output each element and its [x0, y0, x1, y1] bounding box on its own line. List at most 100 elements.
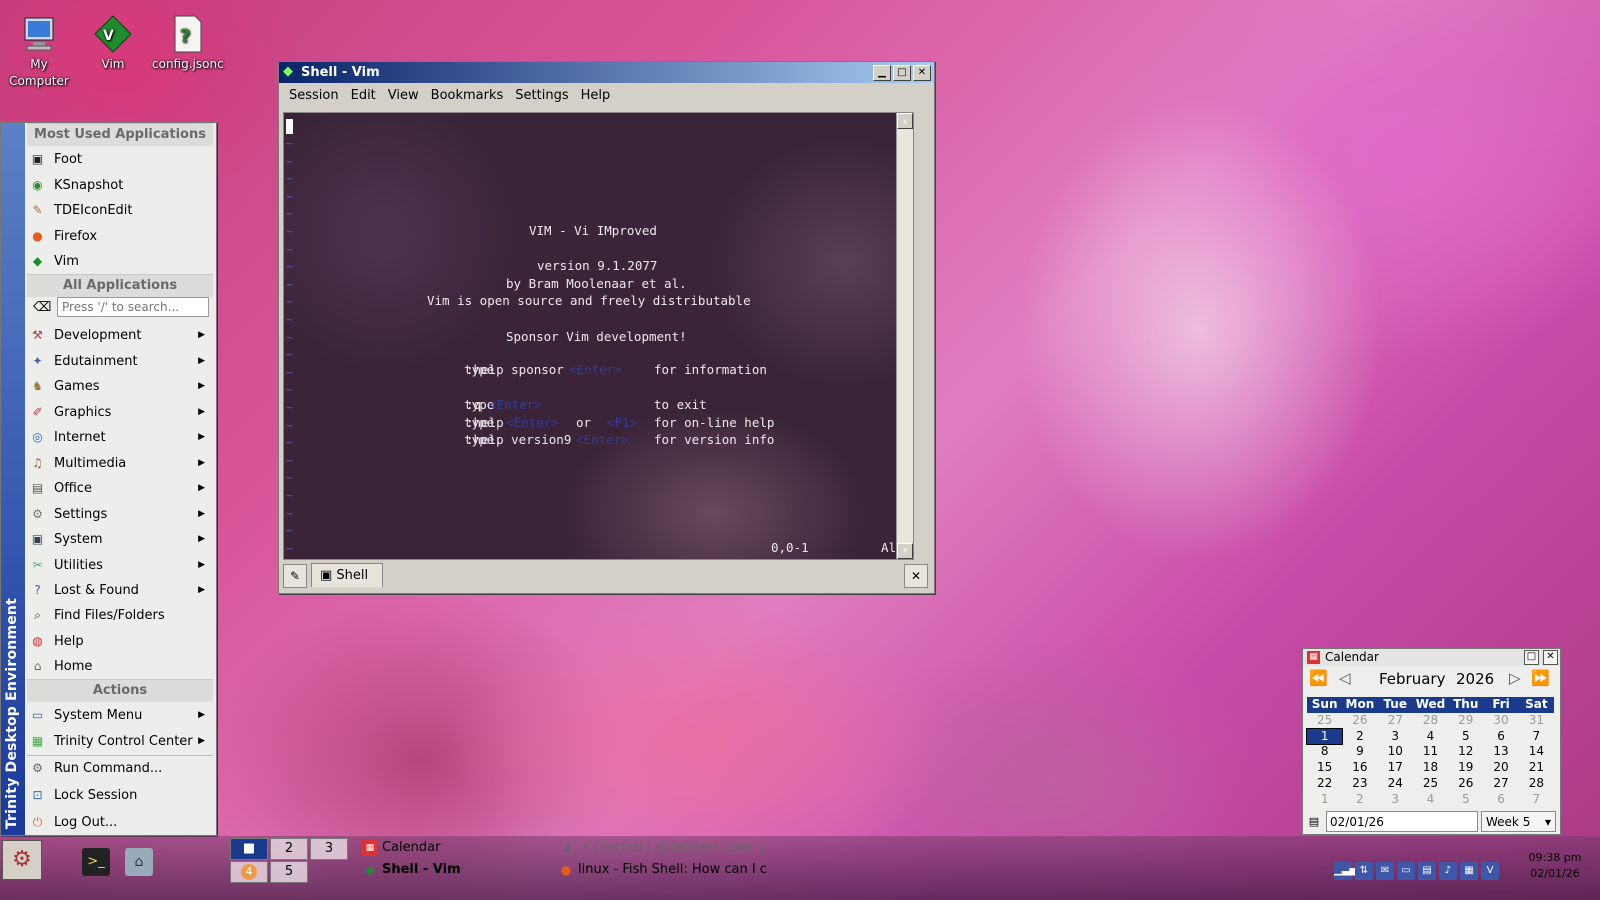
- calendar-day[interactable]: 15: [1307, 760, 1342, 776]
- menu-item[interactable]: ⚙ Run Command...: [27, 756, 213, 781]
- file-manager-launcher-icon[interactable]: ⌂: [125, 848, 153, 876]
- menu-item[interactable]: ? Lost & Found ▶: [27, 578, 213, 603]
- calendar-day[interactable]: 25: [1413, 776, 1448, 792]
- next-year-button[interactable]: ⏩: [1531, 669, 1550, 687]
- task-calendar[interactable]: ▦ Calendar: [360, 838, 440, 858]
- desktop-pager-2[interactable]: 2: [270, 838, 308, 860]
- menu-view[interactable]: View: [382, 88, 425, 103]
- task-discord[interactable]: ◐ • Discord | @deleted_user_c: [560, 838, 766, 858]
- start-menu-button[interactable]: ⚙: [2, 840, 42, 880]
- menu-item[interactable]: ⌕ Find Files/Folders: [27, 603, 213, 628]
- vertical-scrollbar[interactable]: ▲ ▼: [896, 113, 913, 559]
- clock[interactable]: 09:38 pm 02/01/26: [1525, 850, 1585, 882]
- menu-item[interactable]: ✦ Edutainment ▶: [27, 349, 213, 374]
- scroll-down-arrow[interactable]: ▼: [897, 543, 913, 559]
- calendar-day[interactable]: 24: [1378, 776, 1413, 792]
- calendar-day[interactable]: 26: [1448, 776, 1483, 792]
- menu-item[interactable]: ⚙ Settings ▶: [27, 502, 213, 527]
- task-firefox[interactable]: ● linux - Fish Shell: How can I c: [556, 860, 767, 880]
- week-select[interactable]: Week 5 ▾: [1481, 811, 1556, 832]
- calendar-day[interactable]: 28: [1413, 713, 1448, 729]
- desktop-pager-5[interactable]: 5: [270, 861, 308, 883]
- calendar-titlebar[interactable]: ▦ Calendar □ ✕: [1303, 649, 1560, 666]
- calendar-day[interactable]: 26: [1342, 713, 1377, 729]
- calendar-day[interactable]: 16: [1342, 760, 1377, 776]
- menu-item[interactable]: ♞ Games ▶: [27, 374, 213, 399]
- search-input[interactable]: [57, 297, 209, 317]
- next-month-button[interactable]: ▷: [1509, 669, 1521, 687]
- calendar-day[interactable]: 27: [1378, 713, 1413, 729]
- clipboard-icon[interactable]: ▤: [1418, 862, 1436, 880]
- calendar-day[interactable]: 2: [1342, 792, 1377, 808]
- menu-item[interactable]: ✐ Graphics ▶: [27, 400, 213, 425]
- calendar-day[interactable]: 14: [1519, 744, 1554, 760]
- menu-item[interactable]: ♫ Multimedia ▶: [27, 451, 213, 476]
- calendar-day[interactable]: 8: [1307, 744, 1342, 760]
- calendar-day[interactable]: 20: [1483, 760, 1518, 776]
- calendar-day[interactable]: 11: [1413, 744, 1448, 760]
- maximize-button[interactable]: □: [1524, 650, 1539, 665]
- mail-icon[interactable]: ✉: [1376, 862, 1394, 880]
- menu-item[interactable]: ◆ Vim: [27, 249, 213, 274]
- desktop-pager-3[interactable]: 3: [310, 838, 348, 860]
- menu-item[interactable]: ◎ Internet ▶: [27, 425, 213, 450]
- calendar-day[interactable]: 4: [1413, 792, 1448, 808]
- menu-item[interactable]: ▣ System ▶: [27, 527, 213, 552]
- new-tab-button[interactable]: ✎: [283, 564, 307, 588]
- menu-edit[interactable]: Edit: [345, 88, 382, 103]
- desktop-icon-vim[interactable]: V Vim: [78, 14, 148, 73]
- calendar-day[interactable]: 4: [1413, 729, 1448, 745]
- year-label[interactable]: 2026: [1456, 670, 1494, 688]
- calendar-day[interactable]: 17: [1378, 760, 1413, 776]
- menu-item[interactable]: ▭ System Menu ▶: [27, 703, 213, 728]
- calendar-day[interactable]: 5: [1448, 729, 1483, 745]
- calendar-day[interactable]: 13: [1483, 744, 1518, 760]
- terminal-area[interactable]: ~ ~ ~ ~ ~ ~ ~ ~ ~ ~ ~ ~ ~ ~ ~ ~ ~ ~ ~ ~ ~ ~ ~ ~ VIM - Vi IMprov…: [283, 112, 914, 560]
- menu-item[interactable]: ✂ Utilities ▶: [27, 553, 213, 578]
- calendar-day[interactable]: 6: [1483, 729, 1518, 745]
- calendar-day[interactable]: 1: [1307, 792, 1342, 808]
- menu-item[interactable]: ⊡ Lock Session: [27, 783, 213, 808]
- menu-item[interactable]: ⏻ Log Out...: [27, 810, 213, 835]
- menu-item[interactable]: ⚒ Development ▶: [27, 323, 213, 348]
- date-field[interactable]: 02/01/26: [1326, 811, 1478, 832]
- calendar-day[interactable]: 9: [1342, 744, 1377, 760]
- menu-item[interactable]: ▣ Foot: [27, 147, 213, 172]
- minimize-button[interactable]: ▁: [873, 65, 891, 81]
- calendar-day[interactable]: 19: [1448, 760, 1483, 776]
- desktop-icon-my-computer[interactable]: My Computer: [4, 14, 74, 90]
- close-button[interactable]: ✕: [913, 65, 931, 81]
- menu-item[interactable]: ● Firefox: [27, 224, 213, 249]
- calendar-day[interactable]: 22: [1307, 776, 1342, 792]
- menu-item[interactable]: ✎ TDEIconEdit: [27, 198, 213, 223]
- window-titlebar[interactable]: ◆ Shell - Vim ▁ □ ✕: [279, 62, 934, 83]
- desktop-pager-4[interactable]: 4: [230, 861, 268, 883]
- close-tab-button[interactable]: ✕: [904, 564, 928, 588]
- prev-month-button[interactable]: ◁: [1339, 669, 1351, 687]
- monitor-icon[interactable]: ▭: [1397, 862, 1415, 880]
- calendar-day[interactable]: 12: [1448, 744, 1483, 760]
- tab-shell[interactable]: ▣ Shell: [311, 563, 383, 587]
- menu-item[interactable]: ◉ KSnapshot: [27, 173, 213, 198]
- today-icon[interactable]: ▤: [1305, 813, 1323, 830]
- calendar-day[interactable]: 10: [1378, 744, 1413, 760]
- prev-year-button[interactable]: ⏪: [1309, 669, 1328, 687]
- calendar-day[interactable]: 23: [1342, 776, 1377, 792]
- calendar-day[interactable]: 1: [1305, 727, 1344, 746]
- calendar-day[interactable]: 25: [1307, 713, 1342, 729]
- menu-item[interactable]: ◍ Help: [27, 629, 213, 654]
- display-icon[interactable]: ▦: [1460, 862, 1478, 880]
- calendar-day[interactable]: 3: [1378, 792, 1413, 808]
- calendar-day[interactable]: 3: [1378, 729, 1413, 745]
- calendar-day[interactable]: 21: [1519, 760, 1554, 776]
- menu-session[interactable]: Session: [283, 88, 345, 103]
- calendar-day[interactable]: 5: [1448, 792, 1483, 808]
- menu-bookmarks[interactable]: Bookmarks: [425, 88, 510, 103]
- calendar-day[interactable]: 31: [1519, 713, 1554, 729]
- calendar-day[interactable]: 6: [1483, 792, 1518, 808]
- terminal-launcher-icon[interactable]: >_: [82, 848, 110, 876]
- clear-search-icon[interactable]: ⌫: [33, 300, 51, 316]
- volume-icon[interactable]: ♪: [1439, 862, 1457, 880]
- calendar-day[interactable]: 30: [1483, 713, 1518, 729]
- close-button[interactable]: ✕: [1543, 650, 1558, 665]
